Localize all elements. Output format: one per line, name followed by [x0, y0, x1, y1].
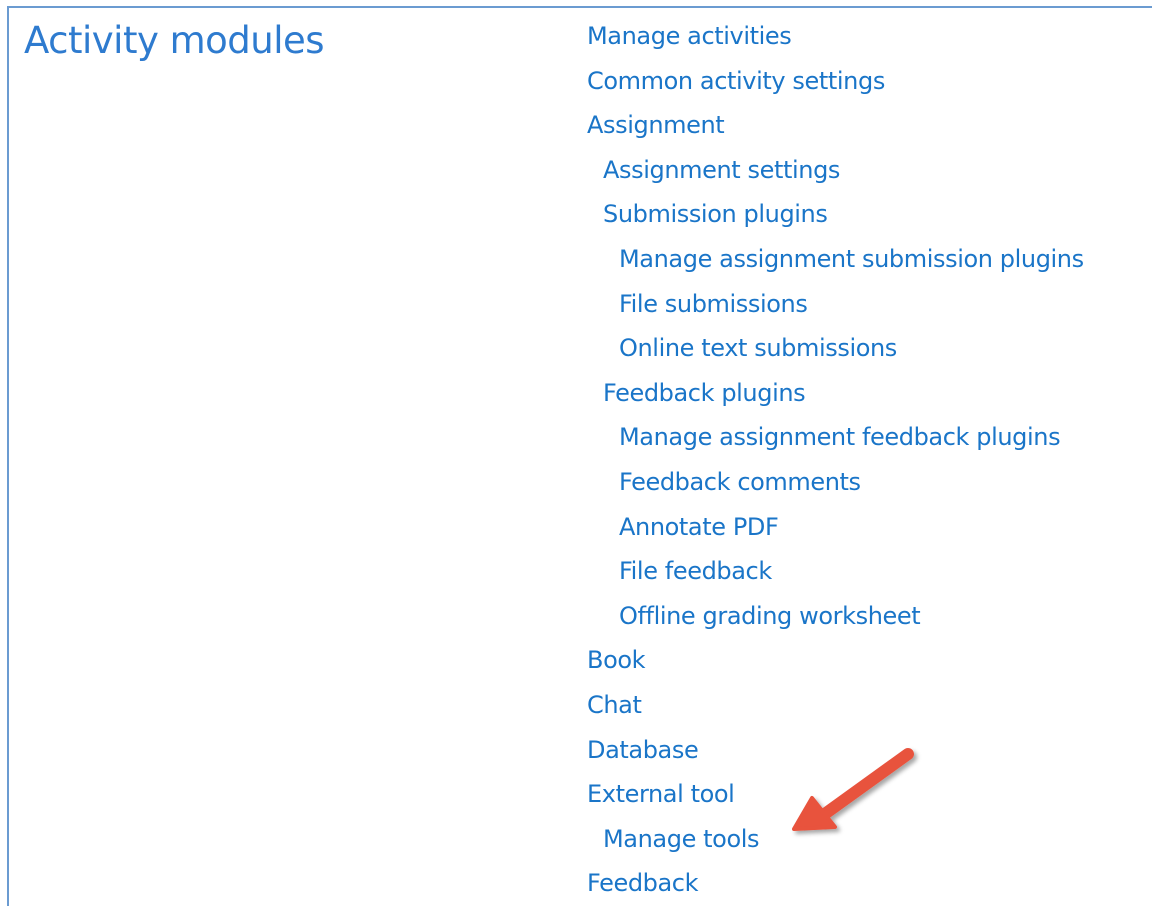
nav-offline-grading-worksheet[interactable]: Offline grading worksheet	[587, 594, 1084, 639]
nav-submission-plugins[interactable]: Submission plugins	[587, 192, 1084, 237]
nav-assignment-settings[interactable]: Assignment settings	[587, 148, 1084, 193]
nav-feedback-plugins[interactable]: Feedback plugins	[587, 371, 1084, 416]
nav-file-feedback[interactable]: File feedback	[587, 549, 1084, 594]
nav-offline-grading-worksheet-link[interactable]: Offline grading worksheet	[619, 602, 921, 630]
nav-manage-assignment-submission-plugins[interactable]: Manage assignment submission plugins	[587, 237, 1084, 282]
nav-manage-assignment-feedback-plugins[interactable]: Manage assignment feedback plugins	[587, 415, 1084, 460]
section-title: Activity modules	[24, 19, 325, 62]
nav-online-text-submissions[interactable]: Online text submissions	[587, 326, 1084, 371]
nav-chat[interactable]: Chat	[587, 683, 1084, 728]
nav-database-link[interactable]: Database	[587, 736, 699, 764]
nav-annotate-pdf-link[interactable]: Annotate PDF	[619, 513, 779, 541]
nav-file-feedback-link[interactable]: File feedback	[619, 557, 772, 585]
nav-online-text-submissions-link[interactable]: Online text submissions	[619, 334, 897, 362]
nav-book-link[interactable]: Book	[587, 646, 646, 674]
nav-common-activity-settings[interactable]: Common activity settings	[587, 59, 1084, 104]
nav-manage-tools-link[interactable]: Manage tools	[603, 825, 760, 853]
nav-manage-assignment-submission-plugins-link[interactable]: Manage assignment submission plugins	[619, 245, 1084, 273]
nav-annotate-pdf[interactable]: Annotate PDF	[587, 505, 1084, 550]
nav-common-activity-settings-link[interactable]: Common activity settings	[587, 67, 885, 95]
nav-file-submissions[interactable]: File submissions	[587, 282, 1084, 327]
pointer-arrow-icon	[792, 748, 914, 831]
nav-external-tool-link[interactable]: External tool	[587, 780, 735, 808]
nav-submission-plugins-link[interactable]: Submission plugins	[603, 200, 828, 228]
nav-feedback-link[interactable]: Feedback	[587, 869, 698, 897]
nav-feedback[interactable]: Feedback	[587, 861, 1084, 906]
nav-assignment-settings-link[interactable]: Assignment settings	[603, 156, 840, 184]
nav-file-submissions-link[interactable]: File submissions	[619, 290, 808, 318]
nav-manage-activities[interactable]: Manage activities	[587, 14, 1084, 59]
nav-book[interactable]: Book	[587, 638, 1084, 683]
nav-feedback-plugins-link[interactable]: Feedback plugins	[603, 379, 806, 407]
nav-feedback-comments[interactable]: Feedback comments	[587, 460, 1084, 505]
nav-assignment[interactable]: Assignment	[587, 103, 1084, 148]
arrow-shaft	[816, 748, 914, 822]
nav-manage-activities-link[interactable]: Manage activities	[587, 22, 792, 50]
nav-chat-link[interactable]: Chat	[587, 691, 642, 719]
nav-feedback-comments-link[interactable]: Feedback comments	[619, 468, 861, 496]
nav-assignment-link[interactable]: Assignment	[587, 111, 725, 139]
nav-manage-assignment-feedback-plugins-link[interactable]: Manage assignment feedback plugins	[619, 423, 1061, 451]
